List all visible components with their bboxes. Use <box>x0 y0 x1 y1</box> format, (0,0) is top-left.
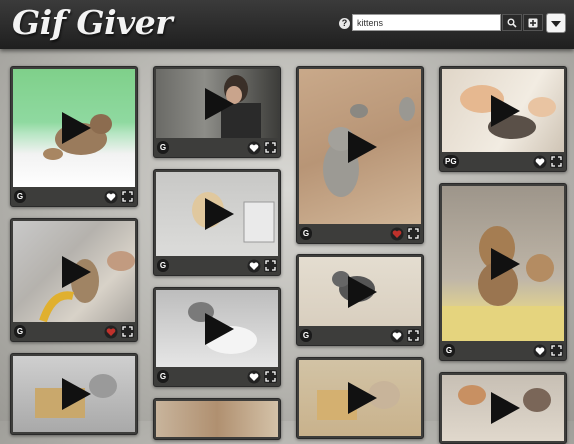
gif-card[interactable]: G <box>153 66 281 158</box>
gif-thumbnail[interactable] <box>156 401 278 437</box>
heart-icon[interactable] <box>390 329 404 343</box>
gif-card[interactable]: G <box>153 169 281 276</box>
app-header: Gif Giver ? <box>0 0 574 49</box>
fullscreen-icon[interactable] <box>407 329 420 342</box>
gif-card[interactable] <box>439 372 567 444</box>
search-button[interactable] <box>502 14 522 31</box>
play-icon[interactable] <box>203 197 235 231</box>
gif-thumbnail[interactable] <box>299 69 421 224</box>
gif-card[interactable] <box>10 353 138 435</box>
rating-badge: G <box>300 227 312 240</box>
play-icon[interactable] <box>489 94 521 128</box>
play-icon[interactable] <box>60 377 92 411</box>
help-icon[interactable]: ? <box>339 18 350 29</box>
rating-badge: G <box>157 141 169 154</box>
gif-card[interactable] <box>296 357 424 439</box>
gif-toolbar: G <box>154 139 280 157</box>
menu-button[interactable] <box>546 13 566 33</box>
chevron-down-icon <box>551 21 561 27</box>
fullscreen-icon[interactable] <box>550 155 563 168</box>
gif-toolbar: PG <box>440 153 566 171</box>
rating-badge: G <box>157 370 169 383</box>
gif-thumbnail[interactable] <box>13 69 135 187</box>
rating-badge: G <box>300 329 312 342</box>
fullscreen-icon[interactable] <box>550 344 563 357</box>
gif-thumbnail[interactable] <box>299 257 421 326</box>
gif-thumbnail[interactable] <box>156 290 278 367</box>
heart-icon[interactable] <box>104 190 118 204</box>
play-icon[interactable] <box>346 381 378 415</box>
gif-toolbar: G <box>154 368 280 386</box>
search-icon <box>507 18 517 28</box>
play-icon[interactable] <box>346 275 378 309</box>
gif-thumbnail[interactable] <box>442 186 564 341</box>
rating-badge: PG <box>443 155 459 168</box>
gif-thumbnail[interactable] <box>156 69 278 138</box>
heart-icon[interactable] <box>533 344 547 358</box>
rating-badge: G <box>157 259 169 272</box>
gif-toolbar: G <box>154 257 280 275</box>
gif-card[interactable]: G <box>296 66 424 244</box>
app-logo[interactable]: Gif Giver <box>12 3 173 42</box>
play-icon[interactable] <box>60 255 92 289</box>
gif-thumbnail[interactable] <box>299 360 421 436</box>
heart-icon[interactable] <box>533 155 547 169</box>
gif-card[interactable]: G <box>10 66 138 207</box>
search-input[interactable] <box>352 14 501 31</box>
heart-icon[interactable] <box>247 370 261 384</box>
rating-badge: G <box>443 344 455 357</box>
gif-card[interactable] <box>153 398 281 440</box>
play-icon[interactable] <box>60 111 92 145</box>
gif-thumbnail[interactable] <box>156 172 278 256</box>
fullscreen-icon[interactable] <box>121 325 134 338</box>
rating-badge: G <box>14 325 26 338</box>
fullscreen-icon[interactable] <box>264 370 277 383</box>
gif-toolbar: G <box>297 225 423 243</box>
add-button[interactable] <box>523 14 543 31</box>
fullscreen-icon[interactable] <box>121 190 134 203</box>
gif-thumbnail[interactable] <box>442 69 564 152</box>
gif-toolbar: G <box>11 188 137 206</box>
gif-thumbnail[interactable] <box>13 221 135 322</box>
play-icon[interactable] <box>346 130 378 164</box>
gif-card[interactable]: G <box>10 218 138 342</box>
heart-icon[interactable] <box>247 141 261 155</box>
play-icon[interactable] <box>203 87 235 121</box>
heart-icon[interactable] <box>104 325 118 339</box>
gif-card[interactable]: G <box>439 183 567 361</box>
fullscreen-icon[interactable] <box>264 141 277 154</box>
fullscreen-icon[interactable] <box>407 227 420 240</box>
rating-badge: G <box>14 190 26 203</box>
gif-toolbar: G <box>440 342 566 360</box>
gif-card[interactable]: G <box>296 254 424 346</box>
gif-card[interactable]: G <box>153 287 281 387</box>
gif-toolbar: G <box>11 323 137 341</box>
fullscreen-icon[interactable] <box>264 259 277 272</box>
play-icon[interactable] <box>489 247 521 281</box>
heart-icon[interactable] <box>247 259 261 273</box>
play-icon[interactable] <box>489 391 521 425</box>
plus-icon <box>528 18 538 28</box>
play-icon[interactable] <box>203 312 235 346</box>
gif-thumbnail[interactable] <box>442 375 564 441</box>
gif-toolbar: G <box>297 327 423 345</box>
heart-icon[interactable] <box>390 227 404 241</box>
gif-card[interactable]: PG <box>439 66 567 172</box>
